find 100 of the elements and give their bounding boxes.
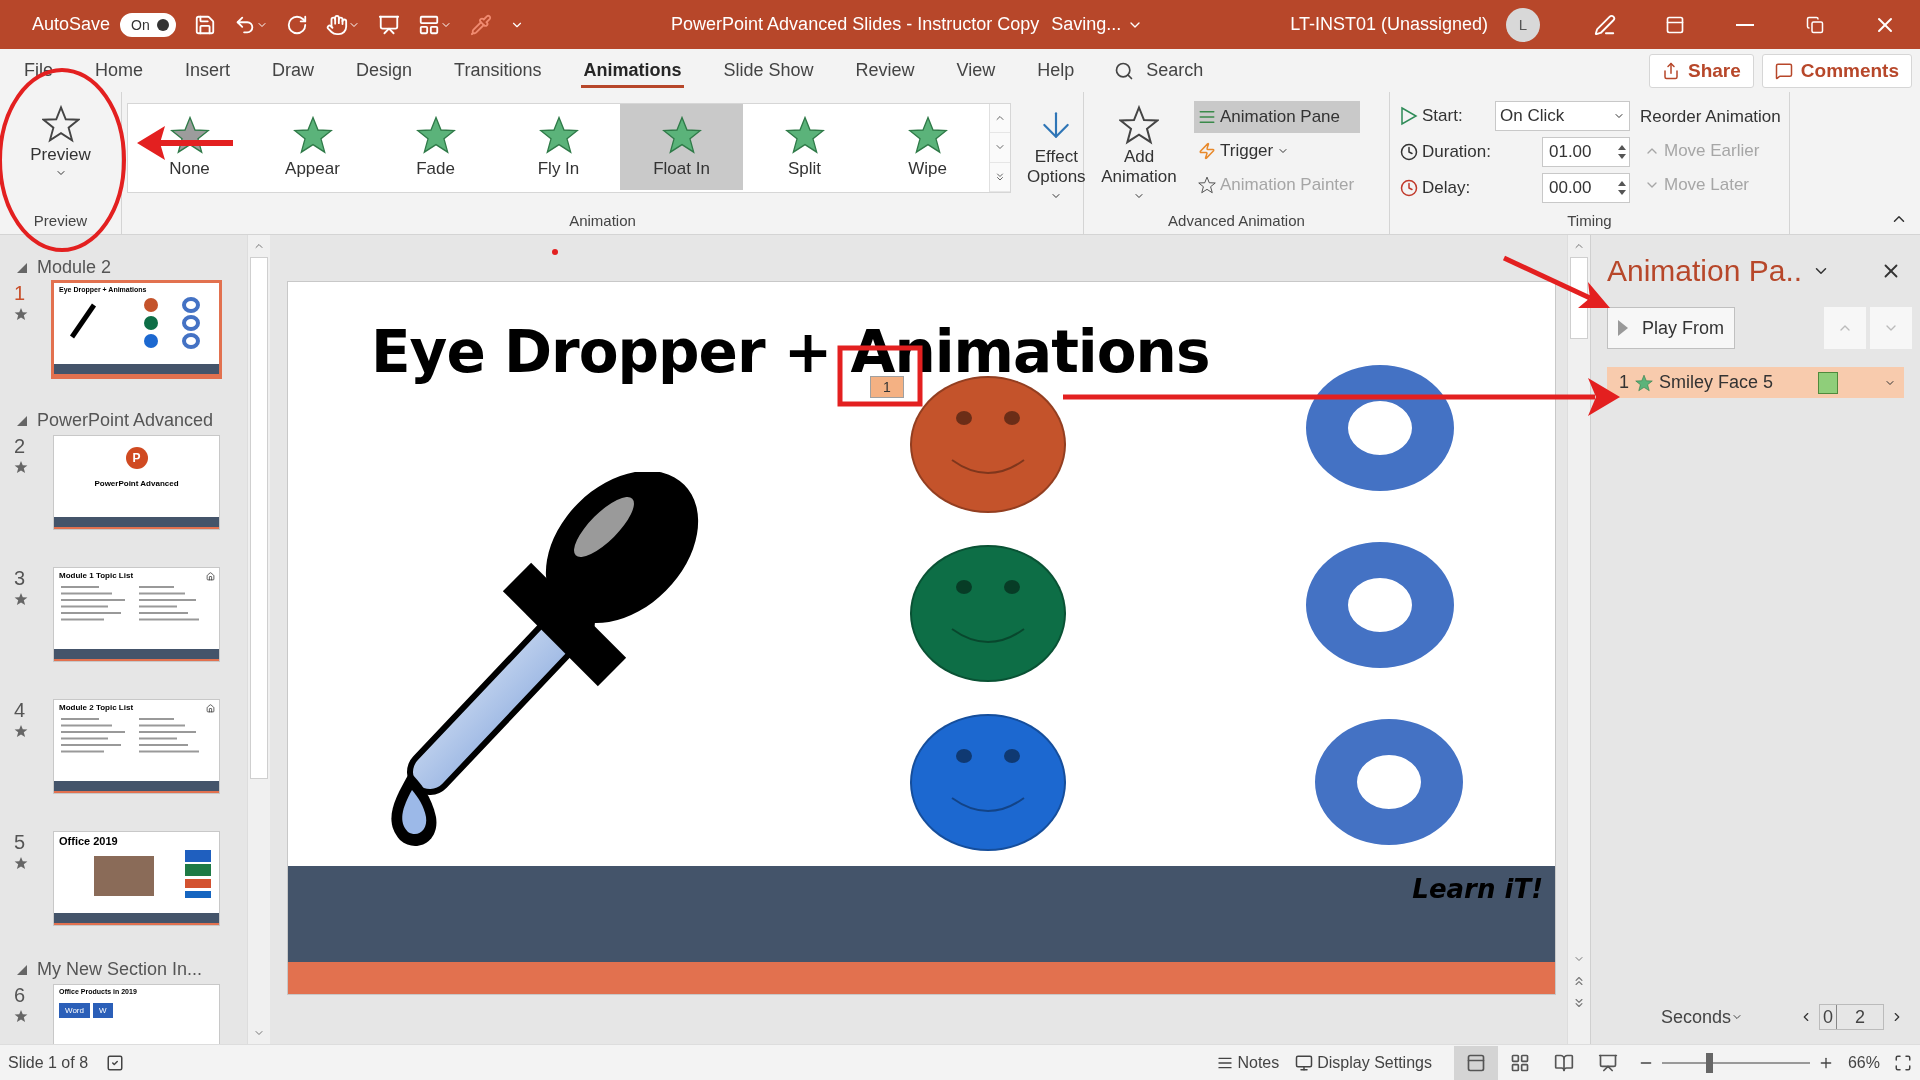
thumbnail-title: Office 2019 [59,835,118,847]
slide-thumbnail[interactable]: P PowerPoint Advanced [53,435,220,530]
star-icon [14,460,28,474]
ribbon-tab[interactable]: Transitions [452,53,544,88]
scrollbar-thumb[interactable] [1570,257,1588,339]
ribbon-tab[interactable]: Insert [183,53,233,88]
start-dropdown[interactable]: On Click [1495,101,1630,131]
collapse-triangle-icon[interactable] [17,415,27,426]
section-name[interactable]: Module 2 [37,257,112,278]
star-icon [907,115,948,155]
slide-number: 6 [14,984,26,1007]
animation-pane-button[interactable]: Animation Pane [1194,101,1361,133]
star-icon [784,115,825,155]
slide-number: 5 [14,831,26,854]
group-label: Preview [32,210,89,231]
slide-thumbnail[interactable]: Module 2 Topic List [53,699,220,794]
lightning-icon [1198,142,1216,160]
hand-icon[interactable] [326,13,349,36]
section-name[interactable]: My New Section In... [37,959,203,980]
slide-count: Slide 1 of 8 [8,1053,89,1072]
animation-effect[interactable]: Split [743,104,866,190]
grid-view-icon [1509,1052,1530,1073]
ribbon-tab[interactable]: Home [93,53,146,88]
slide-thumbnail[interactable]: Module 1 Topic List [53,567,220,662]
star-icon [169,115,210,155]
ribbon-tab[interactable]: Help [1035,53,1077,88]
ribbon-tab[interactable]: Draw [270,53,317,88]
timeline-tick: 0 [1819,1005,1837,1029]
animation-effect[interactable]: Appear [251,104,374,190]
document-title: PowerPoint Advanced Slides - Instructor Copy [671,14,1040,35]
comment-icon [1774,61,1793,80]
comments-button[interactable]: Comments [1761,53,1912,88]
star-icon [292,115,333,155]
star-icon [1119,105,1159,145]
ribbon-tab[interactable]: Slide Show [721,53,816,88]
donut-shape[interactable] [1306,542,1454,668]
presentation-icon[interactable] [378,13,401,36]
list-icon [1198,108,1216,126]
star-icon [41,105,80,143]
star-icon [661,115,702,155]
home-icon [206,572,215,581]
delay-field[interactable]: 00.00 [1542,173,1630,203]
duration-field[interactable]: 01.00 [1542,137,1630,167]
time-unit-dropdown[interactable]: Seconds [1654,1005,1749,1029]
ribbon-tab[interactable]: View [954,53,998,88]
slide-canvas[interactable]: Eye Dropper + Animations 1 Learn iT! [288,282,1555,994]
collapse-triangle-icon[interactable] [17,262,27,273]
section-name[interactable]: PowerPoint Advanced [37,410,214,431]
zoom-thumb[interactable] [1706,1052,1714,1073]
ribbon-tab[interactable]: Review [853,53,917,88]
double-caret-down-icon [1572,996,1586,1010]
avatar[interactable]: L [1506,7,1540,42]
logo-icon: P [125,447,148,469]
animation-effect[interactable]: Fade [374,104,497,190]
restore-icon [1806,15,1824,34]
collapse-triangle-icon[interactable] [17,964,27,975]
preview-button[interactable]: Preview [24,101,97,184]
window-panel-icon [1665,14,1685,35]
scrollbar-thumb[interactable] [250,257,268,779]
check-icon[interactable] [106,1053,125,1072]
save-icon[interactable] [194,13,217,36]
thumbnail-title: PowerPoint Advanced [94,479,179,488]
display-settings-button[interactable]: Display Settings [1287,1053,1440,1072]
account-name: LT-INST01 (Unassigned) [1290,14,1488,35]
slide-number: 2 [14,435,26,458]
autosave-toggle[interactable]: On [120,12,177,37]
play-icon [1400,106,1418,126]
product-tile: Word [59,1003,90,1018]
start-label: Start: [1422,106,1463,126]
play-icon [1618,320,1628,336]
play-from-button[interactable]: Play From [1607,307,1735,349]
share-button[interactable]: Share [1649,53,1754,88]
star-icon [14,592,28,606]
group-label: Animation [568,210,637,231]
view-button[interactable] [1453,1045,1498,1080]
layout-icon[interactable] [418,13,441,36]
star-icon [1635,373,1653,392]
double-caret-icon [994,170,1006,183]
clock-icon [1400,143,1418,161]
zoom-level[interactable]: 66% [1847,1053,1880,1072]
scrollbar[interactable] [1567,235,1590,1044]
animation-effect[interactable]: Float In [620,104,743,190]
donut-shape[interactable] [1306,365,1454,491]
ribbon-tab[interactable]: Design [354,53,415,88]
star-icon [415,115,456,155]
redo-icon[interactable] [286,13,309,36]
scrollbar[interactable] [247,235,270,1044]
toggle-knob [157,18,170,31]
ribbon-tab[interactable]: Animations [581,53,684,88]
animation-effect[interactable]: Wipe [866,104,989,190]
autosave-label: AutoSave [32,14,111,35]
trigger-button[interactable]: Trigger [1194,135,1361,167]
slide-thumbnail[interactable]: Office 2019 [53,831,220,926]
animation-list-item[interactable]: 1 Smiley Face 5 [1607,367,1904,398]
thumbnail-title: Module 1 Topic List [59,571,134,580]
fit-slide-icon[interactable] [1894,1053,1912,1072]
search-icon [1114,60,1135,81]
notes-button[interactable]: Notes [1209,1053,1288,1072]
home-icon [206,704,215,713]
animation-effect[interactable]: Fly In [497,104,620,190]
